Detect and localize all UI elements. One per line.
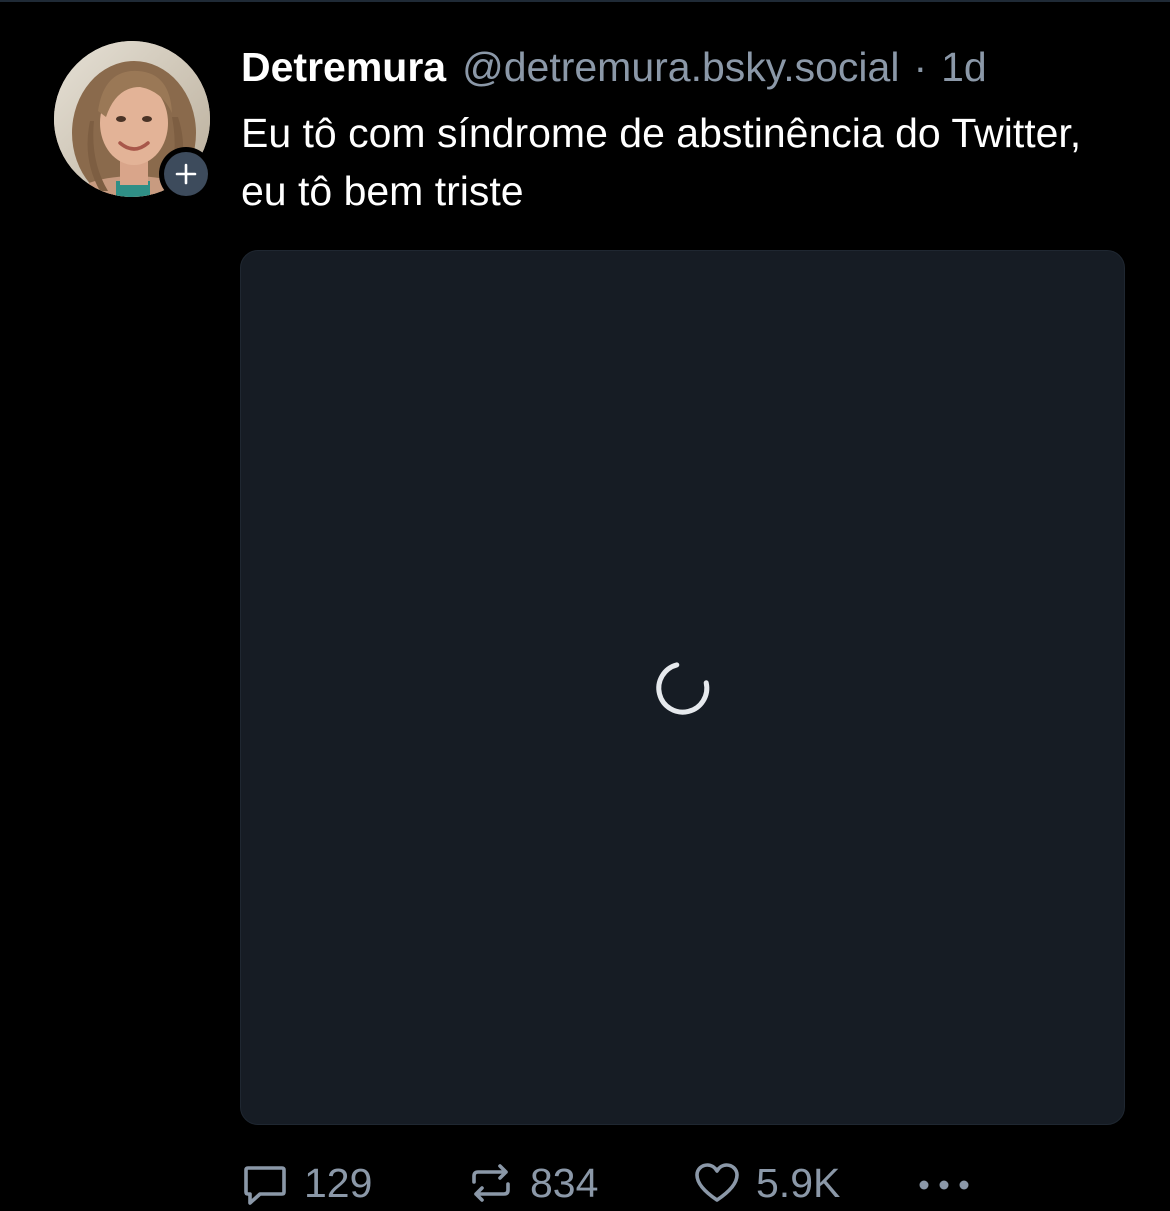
media-placeholder[interactable] — [240, 250, 1125, 1125]
more-options-button[interactable] — [916, 1155, 972, 1211]
top-divider — [0, 0, 1170, 2]
reply-icon — [240, 1158, 290, 1208]
like-count: 5.9K — [756, 1159, 841, 1206]
post-actions: 129 834 5.9K — [240, 1155, 1140, 1211]
post-header: Detremura @detremura.bsky.social · 1d — [241, 44, 987, 96]
heart-icon — [692, 1158, 742, 1208]
repost-icon — [466, 1158, 516, 1208]
header-separator: · — [913, 44, 928, 90]
repost-button[interactable]: 834 — [466, 1155, 598, 1211]
follow-button[interactable] — [159, 147, 213, 201]
reply-button[interactable]: 129 — [240, 1155, 372, 1211]
loading-spinner-icon — [656, 662, 710, 715]
post-timestamp[interactable]: 1d — [941, 44, 987, 91]
repost-count: 834 — [530, 1159, 599, 1206]
like-button[interactable]: 5.9K — [692, 1155, 840, 1211]
author-display-name[interactable]: Detremura — [241, 44, 446, 91]
more-options-icon — [916, 1158, 972, 1208]
post-text: Eu tô com síndrome de abstinência do Twi… — [241, 110, 1082, 214]
reply-count: 129 — [304, 1159, 373, 1206]
plus-icon — [175, 163, 197, 185]
follow-badge — [164, 152, 208, 196]
author-handle[interactable]: @detremura.bsky.social — [462, 44, 899, 91]
